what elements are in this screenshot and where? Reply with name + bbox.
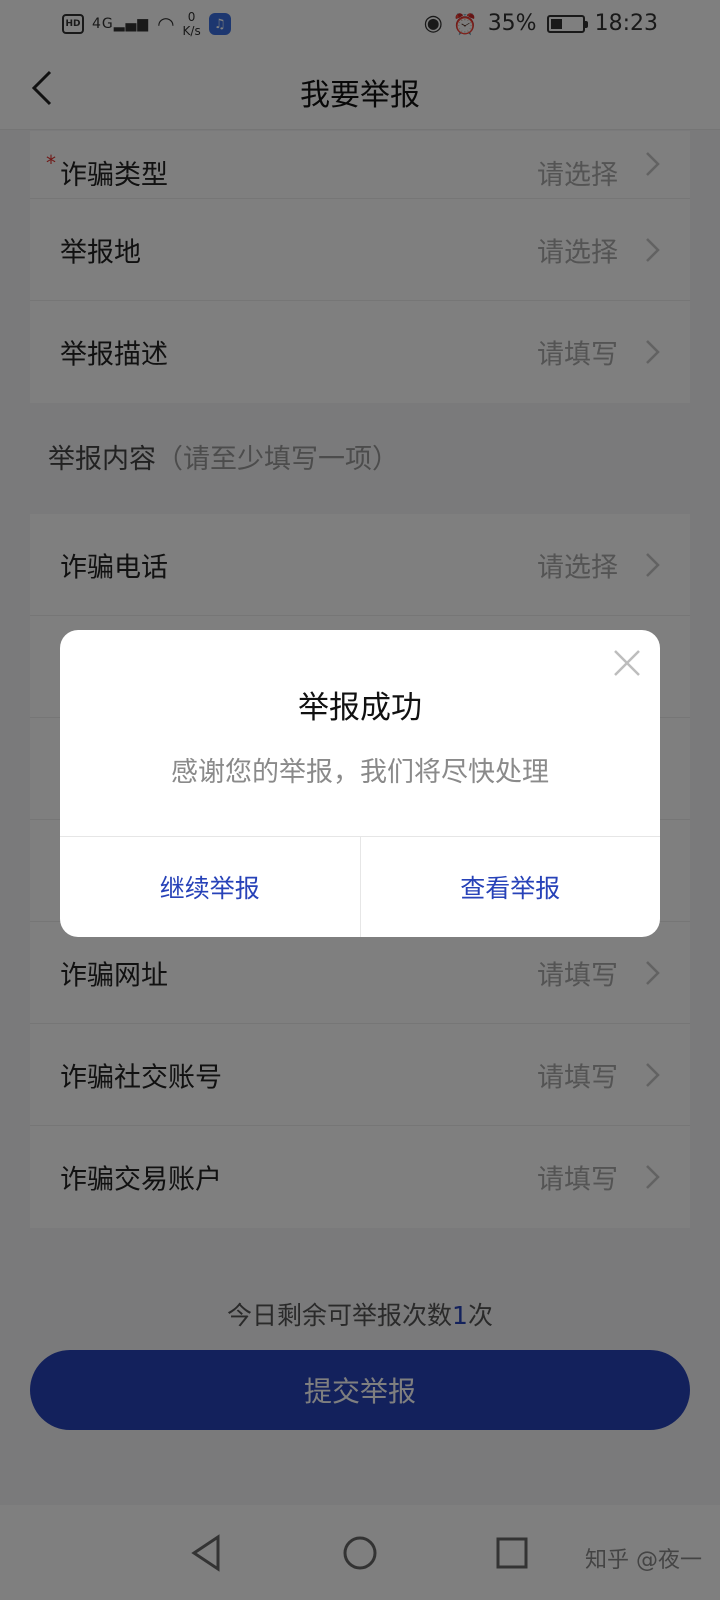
close-icon[interactable] [612,648,642,678]
watermark: 知乎 @夜一 [585,1548,702,1573]
continue-report-button[interactable]: 继续举报 [60,837,360,937]
dialog-message: 感谢您的举报，我们将尽快处理 [171,757,549,788]
dialog-actions: 继续举报 查看举报 [60,836,660,937]
view-report-button[interactable]: 查看举报 [359,837,661,937]
dialog-title: 举报成功 [298,690,422,726]
success-dialog: 举报成功 感谢您的举报，我们将尽快处理 继续举报 查看举报 [60,630,660,937]
